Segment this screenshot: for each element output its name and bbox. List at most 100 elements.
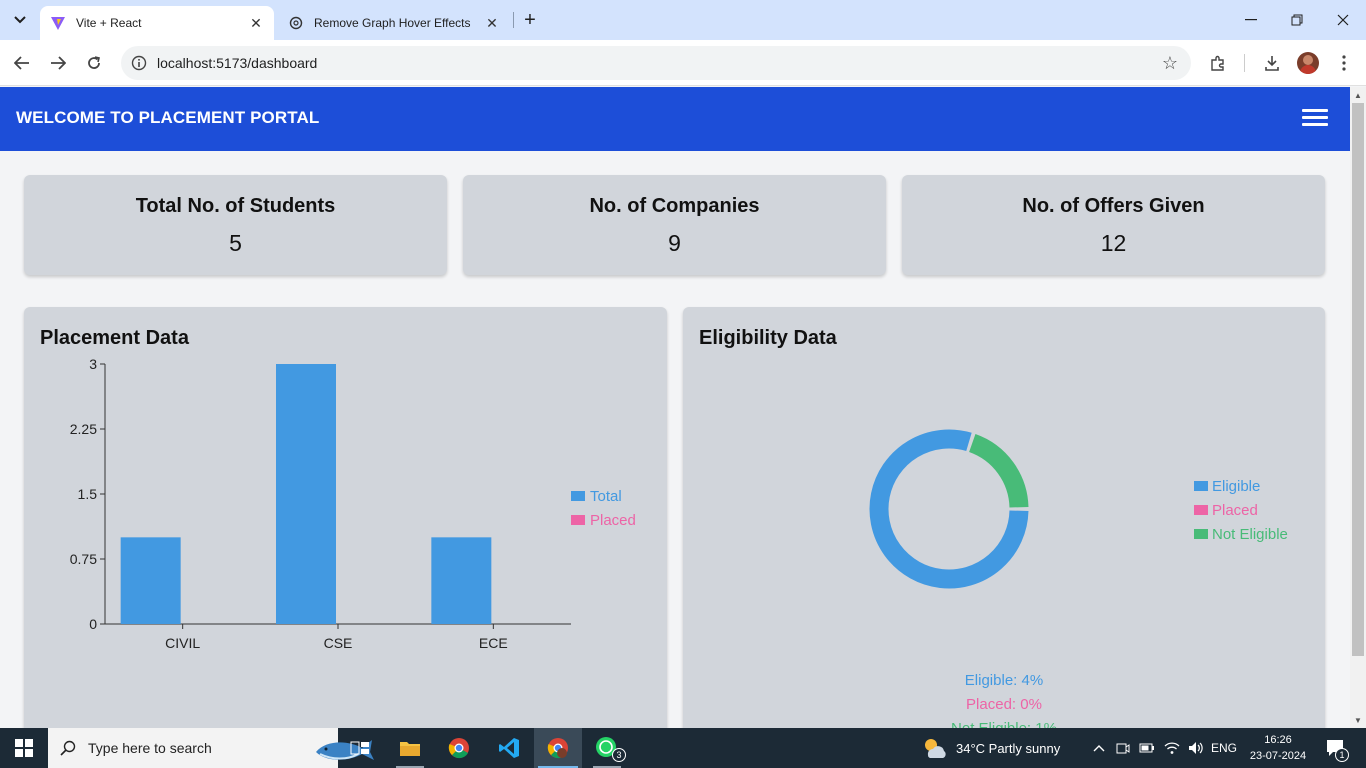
scroll-down-arrow-icon[interactable]: ▼ — [1350, 712, 1366, 728]
stat-value: 12 — [1100, 230, 1127, 256]
tab-vite-react[interactable]: Vite + React ✕ — [40, 6, 274, 40]
not-eligible-percent-label: Not Eligible: 1% — [683, 717, 1325, 728]
page-viewport: WELCOME TO PLACEMENT PORTAL Total No. of… — [0, 87, 1350, 728]
reload-icon[interactable] — [81, 50, 107, 76]
restore-icon[interactable] — [1274, 0, 1320, 40]
whatsapp-badge: 3 — [612, 748, 626, 762]
stat-value: 5 — [229, 230, 242, 256]
legend-swatch-total — [571, 491, 585, 501]
show-hidden-icons-chevron-icon[interactable] — [1090, 728, 1108, 768]
search-icon — [48, 740, 88, 756]
vscode-icon[interactable] — [485, 728, 533, 768]
stat-title: No. of Companies — [589, 195, 760, 217]
close-tab-icon[interactable]: ✕ — [482, 13, 502, 33]
y-tick-label: 2.25 — [70, 421, 97, 437]
scroll-up-arrow-icon[interactable]: ▲ — [1350, 87, 1366, 103]
y-tick-label: 0.75 — [70, 551, 97, 567]
app-header: WELCOME TO PLACEMENT PORTAL — [0, 87, 1350, 151]
legend-label-placed[interactable]: Placed — [1212, 502, 1258, 519]
taskbar-clock[interactable]: 16:26 23-07-2024 — [1246, 732, 1310, 764]
clock-date: 23-07-2024 — [1249, 750, 1307, 762]
tab-label: Vite + React — [76, 16, 142, 30]
tab-search-chevron-icon[interactable] — [8, 8, 32, 32]
hamburger-menu-icon[interactable] — [1302, 108, 1328, 128]
taskbar-search-box[interactable]: Type here to search — [48, 728, 374, 768]
forward-arrow-icon[interactable] — [45, 50, 71, 76]
vite-logo-icon — [50, 15, 66, 31]
wifi-icon[interactable] — [1162, 728, 1182, 768]
stat-card-companies: No. of Companies 9 — [463, 175, 886, 275]
placement-bar-chart: 0 0.75 1.5 2.25 3 CIVIL CSE ECE Total Placed — [70, 356, 636, 651]
tab-separator — [513, 12, 514, 28]
eligibility-donut-chart: Eligible Placed Not Eligible — [869, 429, 1288, 589]
minimize-icon[interactable] — [1228, 0, 1274, 40]
new-tab-plus-icon[interactable]: + — [518, 8, 542, 32]
x-tick-label: CSE — [324, 635, 353, 651]
site-info-icon[interactable] — [129, 53, 149, 73]
chrome-window-icon[interactable] — [534, 728, 582, 768]
y-tick-label: 3 — [89, 356, 97, 372]
language-indicator[interactable]: ENG — [1208, 728, 1240, 768]
bookmark-star-icon[interactable]: ☆ — [1157, 50, 1183, 76]
meet-now-icon[interactable] — [1114, 728, 1132, 768]
placed-percent-label: Placed: 0% — [966, 696, 1042, 713]
x-tick-label: CIVIL — [165, 635, 200, 651]
legend-swatch-not-eligible — [1194, 529, 1208, 539]
windows-start-icon[interactable] — [0, 728, 48, 768]
search-placeholder: Type here to search — [88, 740, 212, 756]
weather-text: 34°C Partly sunny — [956, 740, 1061, 756]
stat-card-students: Total No. of Students 5 — [24, 175, 447, 275]
x-tick-label: ECE — [479, 635, 508, 651]
donut-slice-not-eligible[interactable] — [968, 434, 1029, 508]
legend-label-eligible[interactable]: Eligible — [1212, 478, 1260, 495]
legend-swatch-placed — [571, 515, 585, 525]
legend-label-total[interactable]: Total — [590, 488, 622, 505]
close-tab-icon[interactable]: ✕ — [246, 13, 266, 33]
placement-data-panel: Placement Data 0 0.75 1.5 2.25 3 CIVIL CSE ECE T… — [24, 307, 667, 728]
url-text[interactable]: localhost:5173/dashboard — [157, 55, 1157, 71]
scrollbar-thumb[interactable] — [1352, 103, 1364, 656]
partly-sunny-icon — [925, 739, 946, 758]
back-arrow-icon[interactable] — [9, 50, 35, 76]
notification-count: 1 — [1335, 748, 1349, 762]
whatsapp-icon[interactable]: 3 — [583, 728, 631, 768]
clock-time: 16:26 — [1264, 734, 1292, 746]
file-explorer-icon[interactable] — [386, 728, 434, 768]
battery-icon[interactable] — [1138, 728, 1156, 768]
stat-title: No. of Offers Given — [1022, 195, 1205, 217]
more-options-icon[interactable] — [1331, 50, 1357, 76]
toolbar-divider — [1244, 54, 1245, 72]
tab-remove-graph-hover[interactable]: Remove Graph Hover Effects ✕ — [278, 6, 510, 40]
address-bar[interactable]: localhost:5173/dashboard ☆ — [121, 46, 1191, 80]
page-scrollbar[interactable]: ▲ ▼ — [1350, 87, 1366, 728]
bar-total-cse[interactable] — [276, 364, 336, 624]
eligibility-data-panel: Eligibility Data Eligible Placed Not Eligi… — [683, 307, 1325, 728]
weather-widget[interactable]: 34°C Partly sunny — [922, 728, 1060, 768]
browser-tab-bar: Vite + React ✕ Remove Graph Hover Effect… — [0, 0, 1366, 40]
tab-label: Remove Graph Hover Effects — [314, 16, 471, 30]
stat-value: 9 — [668, 230, 681, 256]
close-window-icon[interactable] — [1320, 0, 1366, 40]
bar-total-civil[interactable] — [120, 537, 181, 624]
stat-card-offers: No. of Offers Given 12 — [902, 175, 1325, 275]
download-icon[interactable] — [1259, 50, 1285, 76]
stat-title: Total No. of Students — [135, 195, 336, 217]
browser-toolbar: localhost:5173/dashboard ☆ — [0, 40, 1366, 86]
volume-icon[interactable] — [1186, 728, 1206, 768]
app-title: WELCOME TO PLACEMENT PORTAL — [16, 108, 320, 127]
profile-avatar[interactable] — [1297, 52, 1319, 74]
legend-swatch-placed — [1194, 505, 1208, 515]
eligibility-percent-labels: Eligible: 4% Placed: 0% Not Eligible: 1% — [683, 669, 1325, 728]
legend-swatch-eligible — [1194, 481, 1208, 491]
legend-label-not-eligible[interactable]: Not Eligible — [1212, 526, 1288, 543]
task-view-icon[interactable] — [336, 728, 384, 768]
bar-total-ece[interactable] — [431, 537, 492, 624]
chrome-icon[interactable] — [435, 728, 483, 768]
notification-center-icon[interactable]: 1 — [1322, 728, 1350, 768]
legend-label-placed[interactable]: Placed — [590, 512, 636, 529]
windows-taskbar: Type here to search 3 34°C Partly sunny — [0, 728, 1366, 768]
y-tick-label: 0 — [89, 616, 97, 632]
extensions-icon[interactable] — [1205, 50, 1231, 76]
chatgpt-logo-icon — [288, 15, 304, 31]
eligible-percent-label: Eligible: 4% — [964, 672, 1044, 689]
